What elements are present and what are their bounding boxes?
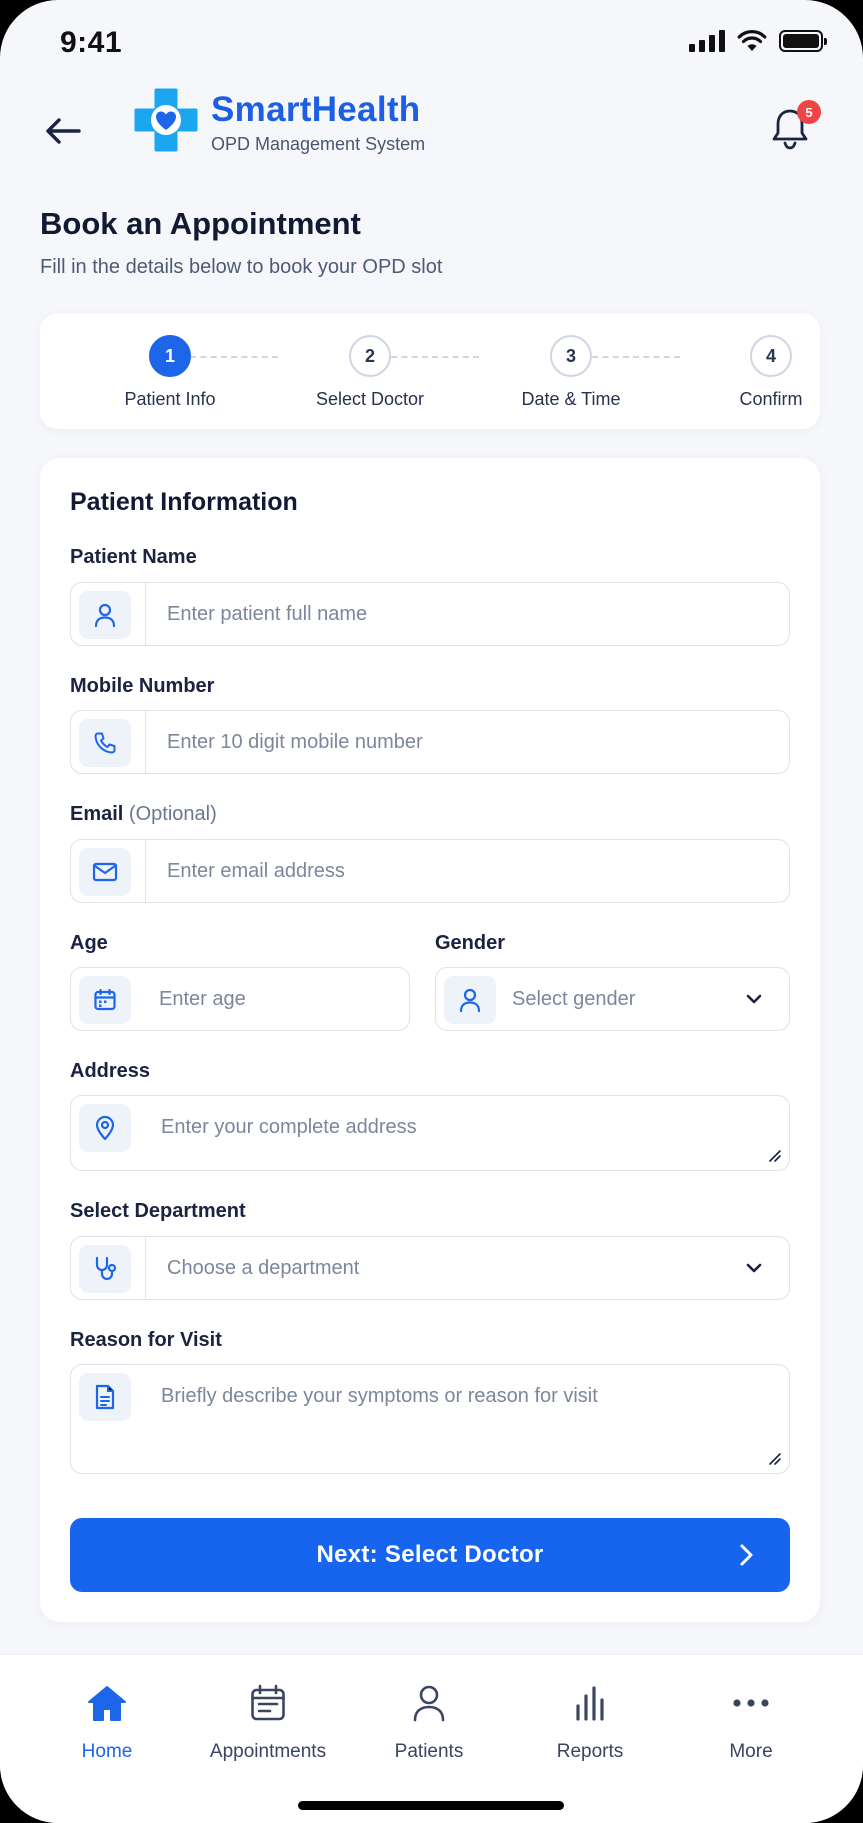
step-confirm[interactable]: 4 Confirm — [691, 335, 851, 410]
field-divider — [145, 711, 146, 773]
phone-screen: 9:41 SmartHealth OPD Management System 5… — [0, 0, 863, 1823]
chevron-down-icon — [746, 1263, 762, 1273]
email-label-text: Email — [70, 803, 124, 825]
next-select-doctor-button[interactable]: Next: Select Doctor — [70, 1518, 790, 1592]
nav-reports[interactable]: Reports — [510, 1681, 670, 1763]
department-label: Select Department — [70, 1200, 246, 1222]
back-button[interactable] — [40, 108, 86, 154]
more-dots-icon — [671, 1681, 831, 1725]
nav-label: Patients — [394, 1741, 464, 1762]
patient-name-label: Patient Name — [70, 546, 197, 568]
nav-home[interactable]: Home — [27, 1681, 187, 1763]
nav-label: More — [729, 1741, 773, 1762]
home-icon — [27, 1681, 187, 1725]
user-icon — [444, 976, 496, 1024]
page-subtitle: Fill in the details below to book your O… — [40, 256, 443, 278]
mail-icon — [79, 848, 131, 896]
step-patient-info[interactable]: 1 Patient Info — [90, 335, 250, 410]
reason-textarea[interactable]: Briefly describe your symptoms or reason… — [70, 1364, 790, 1474]
user-icon — [79, 591, 131, 639]
bar-chart-icon — [510, 1681, 670, 1725]
gender-label: Gender — [435, 932, 506, 954]
next-button-label: Next: Select Doctor — [316, 1541, 544, 1568]
address-placeholder: Enter your complete address — [161, 1116, 417, 1138]
department-placeholder: Choose a department — [167, 1256, 360, 1279]
chevron-right-icon — [740, 1544, 753, 1566]
age-input[interactable]: Enter age — [70, 967, 410, 1031]
status-time: 9:41 — [60, 26, 123, 59]
nav-appointments[interactable]: Appointments — [188, 1681, 348, 1763]
phone-icon — [79, 719, 131, 767]
nav-label: Home — [81, 1741, 133, 1762]
patient-name-input[interactable]: Enter patient full name — [70, 582, 790, 646]
resize-handle-icon[interactable] — [767, 1451, 781, 1465]
stethoscope-icon — [79, 1245, 131, 1293]
notifications-button[interactable]: 5 — [765, 100, 821, 154]
cellular-signal-icon — [689, 30, 725, 52]
nav-label: Reports — [556, 1741, 624, 1762]
step-select-doctor[interactable]: 2 Select Doctor — [290, 335, 450, 410]
step-label: Confirm — [739, 389, 803, 409]
step-label: Date & Time — [521, 389, 621, 409]
home-indicator[interactable] — [298, 1801, 564, 1810]
email-placeholder: Enter email address — [167, 859, 345, 882]
step-date-time[interactable]: 3 Date & Time — [491, 335, 651, 410]
reason-placeholder: Briefly describe your symptoms or reason… — [161, 1385, 598, 1407]
step-number: 4 — [750, 335, 792, 377]
nav-more[interactable]: More — [671, 1681, 831, 1763]
calendar-icon — [79, 976, 131, 1024]
wifi-icon — [737, 30, 767, 51]
gender-placeholder: Select gender — [512, 987, 636, 1010]
age-placeholder: Enter age — [159, 987, 246, 1010]
department-select[interactable]: Choose a department — [70, 1236, 790, 1300]
gender-select[interactable]: Select gender — [435, 967, 790, 1031]
field-divider — [145, 1237, 146, 1299]
step-number: 1 — [149, 335, 191, 377]
age-label: Age — [70, 932, 108, 954]
status-icons — [689, 30, 827, 52]
document-icon — [79, 1373, 131, 1421]
step-label: Patient Info — [124, 389, 216, 409]
location-pin-icon — [79, 1104, 131, 1152]
mobile-number-placeholder: Enter 10 digit mobile number — [167, 730, 423, 753]
email-input[interactable]: Enter email address — [70, 839, 790, 903]
resize-handle-icon[interactable] — [767, 1148, 781, 1162]
reason-label: Reason for Visit — [70, 1329, 222, 1351]
step-number: 3 — [550, 335, 592, 377]
battery-icon — [779, 30, 827, 52]
step-number: 2 — [349, 335, 391, 377]
battery-level — [783, 34, 819, 48]
arrow-left-icon — [46, 118, 81, 144]
email-label: Email (Optional) — [70, 803, 217, 826]
address-textarea[interactable]: Enter your complete address — [70, 1095, 790, 1171]
form-title: Patient Information — [70, 488, 298, 516]
calendar-icon — [188, 1681, 348, 1725]
nav-patients[interactable]: Patients — [349, 1681, 509, 1763]
field-divider — [145, 583, 146, 645]
nav-label: Appointments — [209, 1741, 327, 1762]
address-label: Address — [70, 1060, 151, 1082]
bottom-navigation: Home Appointments Patients Reports More — [0, 1654, 863, 1823]
booking-stepper: 1 Patient Info 2 Select Doctor 3 Date & … — [40, 313, 820, 429]
patient-name-placeholder: Enter patient full name — [167, 602, 368, 625]
email-optional-note: (Optional) — [128, 803, 217, 825]
step-label: Select Doctor — [315, 389, 425, 409]
field-divider — [145, 840, 146, 902]
status-bar: 9:41 — [0, 0, 863, 88]
brand-title: SmartHealth — [211, 90, 421, 129]
user-icon — [349, 1681, 509, 1725]
mobile-number-label: Mobile Number — [70, 675, 215, 697]
smarthealth-logo-icon — [134, 88, 198, 152]
patient-information-card: Patient Information Patient Name Enter p… — [40, 458, 820, 1622]
notification-badge: 5 — [797, 100, 821, 124]
page-title: Book an Appointment — [40, 206, 361, 241]
mobile-number-input[interactable]: Enter 10 digit mobile number — [70, 710, 790, 774]
brand-subtitle: OPD Management System — [211, 134, 426, 154]
app-header: SmartHealth OPD Management System 5 — [0, 80, 863, 180]
chevron-down-icon — [746, 994, 762, 1004]
